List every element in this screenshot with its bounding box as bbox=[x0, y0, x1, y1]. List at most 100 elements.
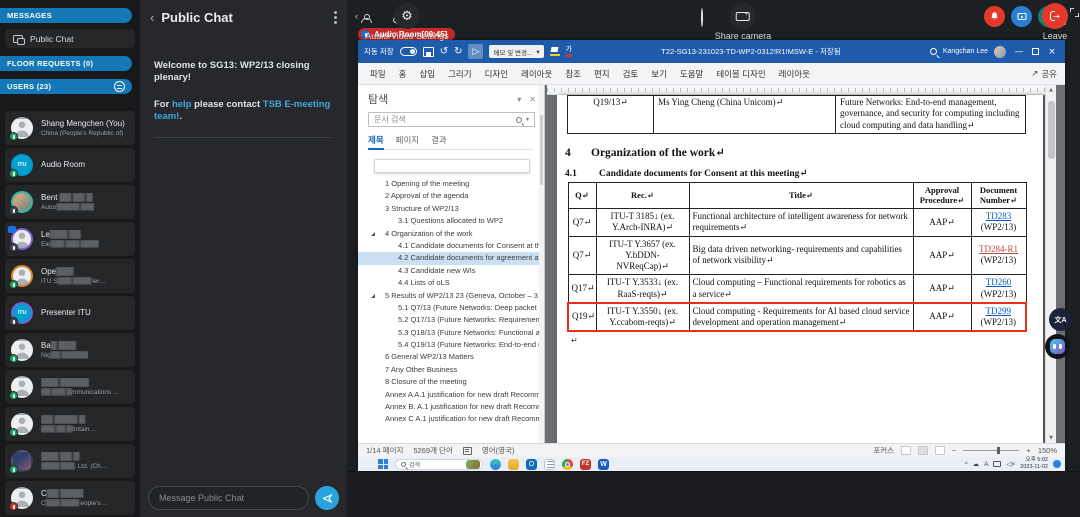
fullscreen-icon[interactable] bbox=[1070, 8, 1079, 17]
proofing-icon[interactable] bbox=[463, 447, 472, 455]
user-list-item[interactable]: C██ ████ C███ ████ eople's… bbox=[5, 481, 135, 515]
notifications-button[interactable] bbox=[984, 6, 1005, 27]
outline-item[interactable]: Annex B. A.1 justification for new draft… bbox=[358, 401, 544, 413]
taskbar-clock[interactable]: 오후 5:02 2023-11-02 bbox=[1020, 457, 1048, 470]
edge-icon[interactable] bbox=[490, 459, 501, 470]
outline-item[interactable]: 1 Opening of the meeting bbox=[358, 178, 544, 190]
ribbon-tab[interactable]: 테이블 디자인 bbox=[716, 68, 765, 80]
outline-item[interactable]: 5.2 Q17/13 (Future Networks: Requirement… bbox=[358, 314, 544, 326]
undo-icon[interactable]: ↺ bbox=[440, 47, 448, 57]
ribbon-tab[interactable]: 검토 bbox=[623, 68, 639, 80]
ribbon-tab[interactable]: 보기 bbox=[651, 68, 667, 80]
td-document-link[interactable]: TD260 bbox=[986, 277, 1012, 287]
ribbon-tab[interactable]: 레이아웃 bbox=[521, 68, 552, 80]
tab-pages[interactable]: 페이지 bbox=[396, 134, 419, 146]
share-camera-control[interactable]: Share camera bbox=[715, 3, 772, 41]
document-scrollbar[interactable]: ▲ ▼ bbox=[1045, 85, 1056, 443]
word-count[interactable]: 5269개 단어 bbox=[413, 445, 452, 456]
screen-share-button[interactable] bbox=[1011, 6, 1032, 27]
chat-message-input[interactable] bbox=[148, 486, 309, 510]
reviewing-dropdown[interactable]: 메모 및 변경...▾ bbox=[489, 45, 543, 58]
chat-options-icon[interactable] bbox=[334, 9, 337, 26]
minimize-button[interactable]: — bbox=[1012, 47, 1026, 57]
outline-item[interactable]: 4.3 Candidate new WIs bbox=[358, 265, 544, 277]
file-explorer-icon[interactable] bbox=[508, 459, 519, 470]
scroll-up-icon[interactable]: ▲ bbox=[1049, 87, 1053, 93]
back-chevron-icon[interactable]: ‹ bbox=[150, 10, 154, 25]
ribbon-tab[interactable]: 참조 bbox=[565, 68, 581, 80]
search-icon[interactable] bbox=[930, 48, 937, 55]
sidebar-item-public-chat[interactable]: Public Chat bbox=[5, 29, 135, 48]
save-icon[interactable] bbox=[423, 47, 434, 57]
print-layout-button[interactable] bbox=[918, 446, 928, 455]
user-list-item[interactable]: ██ ████ █ ███ ██ █Britain… bbox=[5, 407, 135, 441]
scrollbar-thumb[interactable] bbox=[1048, 101, 1055, 159]
outline-item[interactable]: 2 Approval of the agenda bbox=[358, 190, 544, 202]
outline-item[interactable]: 4 Organization of the work bbox=[358, 228, 544, 240]
ribbon-tab[interactable]: 도움말 bbox=[680, 68, 703, 80]
read-aloud-button[interactable]: ▷ bbox=[468, 44, 483, 59]
read-mode-button[interactable] bbox=[901, 446, 911, 455]
chrome-icon[interactable] bbox=[562, 459, 573, 470]
zoom-out-icon[interactable]: − bbox=[952, 446, 956, 455]
search-icon[interactable] bbox=[516, 117, 522, 123]
ribbon-tab[interactable]: 레이아웃 bbox=[779, 68, 810, 80]
user-list-item[interactable]: Le███ ██ Ele███ ███ ████ bbox=[5, 222, 135, 256]
outline-item[interactable]: 6 General WP2/13 Matters bbox=[358, 351, 544, 363]
user-list-item[interactable]: Bent ██ ██ █ Autor█████ ███ bbox=[5, 185, 135, 219]
user-list-item[interactable]: Shang Mengchen (You) China (People's Rep… bbox=[5, 111, 135, 145]
outline-item[interactable]: 7 Any Other Business bbox=[358, 364, 544, 376]
audio-video-settings-control[interactable]: ⚙ Audio/Video Settings bbox=[365, 3, 448, 41]
user-list-item[interactable]: ITU Presenter ITU bbox=[5, 296, 135, 330]
nav-scrollbar[interactable] bbox=[539, 85, 544, 443]
nav-dropdown-icon[interactable]: ▾ bbox=[517, 95, 521, 104]
nav-close-icon[interactable]: ✕ bbox=[529, 95, 536, 104]
ribbon-tab[interactable]: 디자인 bbox=[485, 68, 508, 80]
close-button[interactable]: × bbox=[1045, 47, 1059, 57]
ribbon-tab[interactable]: 홈 bbox=[399, 68, 407, 80]
ribbon-tab[interactable]: 파일 bbox=[370, 68, 386, 80]
ribbon-tab[interactable]: 그리기 bbox=[448, 68, 471, 80]
leave-control[interactable]: → Leave bbox=[1042, 3, 1068, 41]
taskbar-search[interactable]: 검색 bbox=[395, 459, 483, 470]
filezilla-icon[interactable]: FZ bbox=[580, 459, 591, 470]
autosave-toggle[interactable] bbox=[400, 47, 417, 56]
help-link[interactable]: help bbox=[172, 99, 192, 110]
outline-item[interactable]: 4.2 Candidate documents for agreement at… bbox=[358, 252, 544, 264]
outline-item[interactable]: 5.3 Q18/13 (Future Networks: Functional … bbox=[358, 327, 544, 339]
outline-item[interactable]: 4.4 Lists of oLS bbox=[358, 277, 544, 289]
outline-item[interactable]: 3.1 Questions allocated to WP2 bbox=[358, 215, 544, 227]
send-message-button[interactable] bbox=[315, 486, 339, 510]
word-icon[interactable]: W bbox=[598, 459, 609, 470]
users-settings-icon[interactable] bbox=[114, 81, 125, 92]
collapse-chevron-icon[interactable]: ‹ bbox=[355, 11, 358, 21]
outline-item[interactable]: 5 Results of WP2/13 23 (Geneva, October … bbox=[358, 290, 544, 302]
redo-icon[interactable]: ↻ bbox=[454, 47, 462, 57]
display-icon[interactable] bbox=[993, 461, 1001, 467]
notes-app-icon[interactable] bbox=[544, 459, 555, 470]
outline-selected-title-box[interactable] bbox=[374, 159, 530, 173]
ai-assistant-button[interactable] bbox=[1045, 334, 1070, 359]
translate-button[interactable]: 文A bbox=[1049, 308, 1072, 331]
zoom-slider[interactable] bbox=[963, 450, 1019, 451]
user-list-item[interactable]: ███ █████ ██ ███ █mmunications … bbox=[5, 370, 135, 404]
record-button[interactable] bbox=[701, 8, 703, 27]
restore-button[interactable] bbox=[1032, 48, 1039, 55]
tab-results[interactable]: 결과 bbox=[431, 134, 447, 146]
language-indicator[interactable]: 영어(영국) bbox=[482, 445, 515, 456]
user-list-item[interactable]: Ba█ ███ Nig██ ██████ bbox=[5, 333, 135, 367]
outline-item[interactable]: 5.1 Q7/13 (Future Networks: Deep packet … bbox=[358, 302, 544, 314]
outline-item[interactable]: Annex C A.1 justification for new draft … bbox=[358, 413, 544, 425]
outline-item[interactable]: 4.1 Candidate documents for Consent at t… bbox=[358, 240, 544, 252]
zoom-level[interactable]: 150% bbox=[1038, 446, 1057, 455]
tray-chevron-icon[interactable]: ^ bbox=[965, 461, 968, 468]
page-indicator[interactable]: 1/14 페이지 bbox=[366, 445, 403, 456]
td-document-link[interactable]: TD284-R1 bbox=[979, 244, 1018, 254]
user-list-item[interactable]: ███ ██ █ ████ ███. Ltd. (Ch… bbox=[5, 444, 135, 478]
tab-headings[interactable]: 제목 bbox=[368, 134, 384, 150]
zoom-in-icon[interactable]: + bbox=[1026, 446, 1030, 455]
highlighter-icon[interactable] bbox=[550, 47, 560, 56]
outline-item[interactable]: Annex A A.1 justification for new draft … bbox=[358, 389, 544, 401]
user-list-item[interactable]: ITU Audio Room bbox=[5, 148, 135, 182]
notification-badge[interactable] bbox=[1053, 460, 1061, 468]
